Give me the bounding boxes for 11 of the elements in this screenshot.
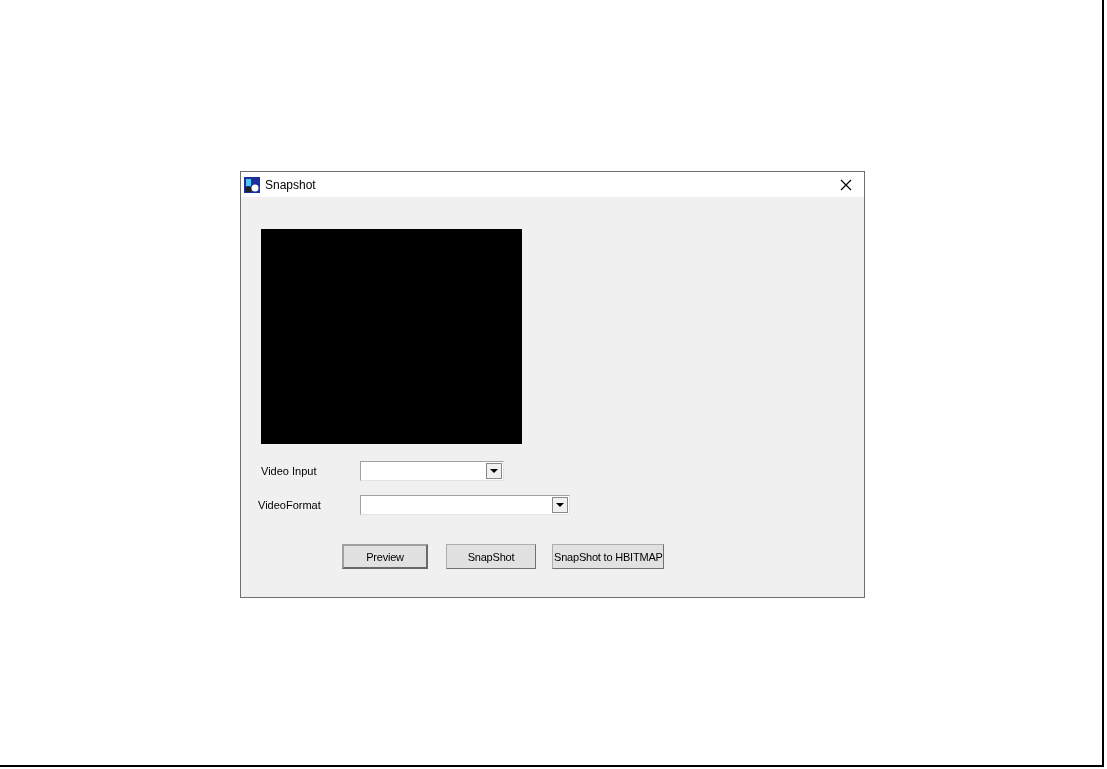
field-label: Video Input	[261, 465, 318, 477]
snapshot-button[interactable]: SnapShot	[446, 544, 536, 569]
window-title: Snapshot	[265, 177, 317, 192]
snapshot-bitmap-button[interactable]: SnapShot to HBITMAP	[552, 544, 664, 569]
dropdown[interactable]	[360, 461, 504, 481]
field-label: VideoFormat	[258, 499, 322, 511]
app-icon	[244, 176, 260, 193]
preview-button[interactable]: Preview	[342, 544, 428, 569]
caret-icon	[556, 503, 564, 507]
dropdown[interactable]	[360, 495, 570, 515]
caret-icon	[490, 469, 498, 473]
